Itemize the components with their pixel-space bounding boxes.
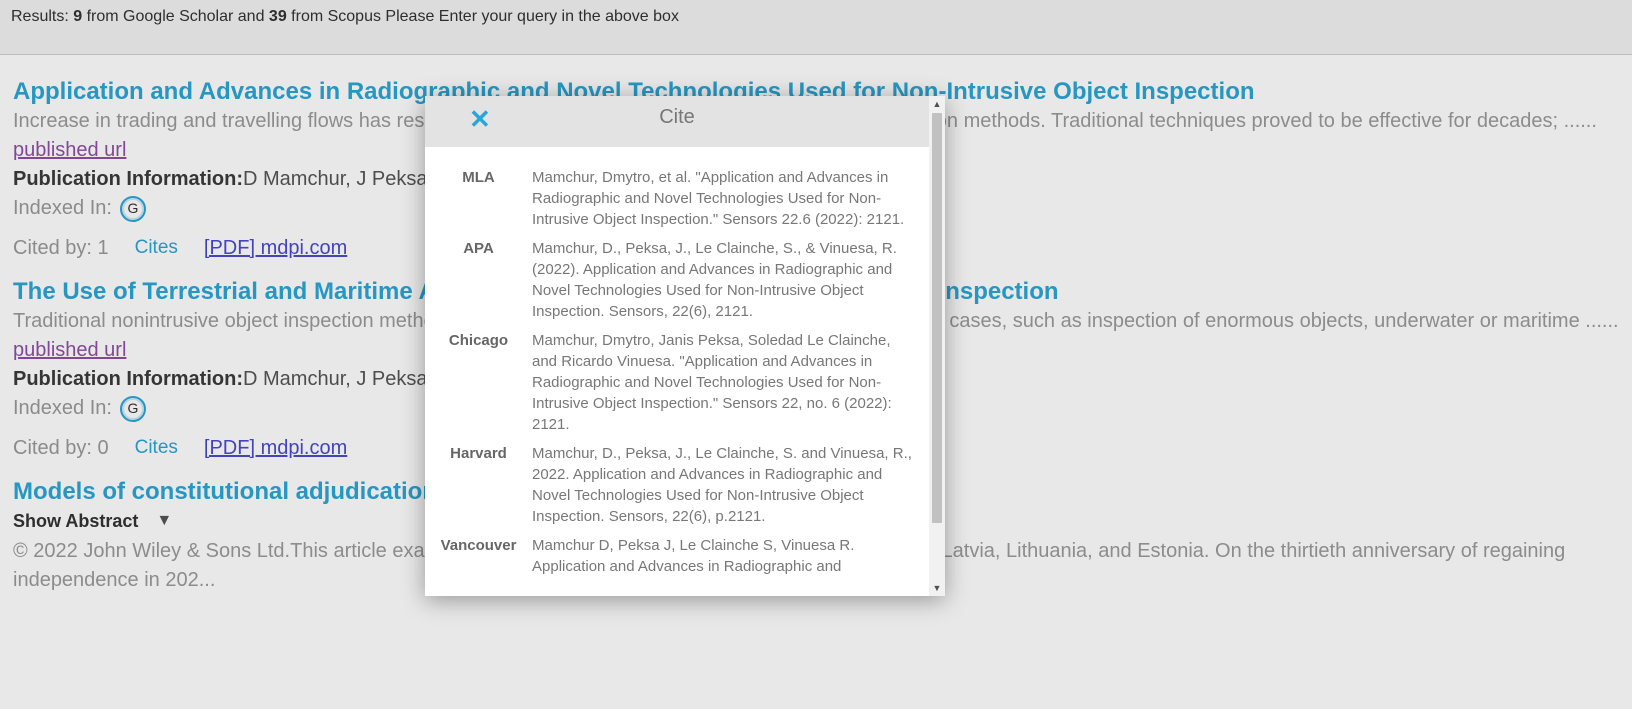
citation-text[interactable]: Mamchur, D., Peksa, J., Le Clainche, S. … <box>532 443 912 527</box>
modal-header: ✕ Cite <box>425 96 929 147</box>
citation-text[interactable]: Mamchur, D., Peksa, J., Le Clainche, S.,… <box>532 238 912 322</box>
arrow-up-icon[interactable]: ▲ <box>929 96 945 112</box>
citation-text[interactable]: Mamchur, Dmytro, Janis Peksa, Soledad Le… <box>532 330 912 435</box>
citation-text[interactable]: Mamchur, Dmytro, et al. "Application and… <box>532 167 912 230</box>
citation-style-label: Harvard <box>450 445 507 462</box>
citation-row-mla: MLA Mamchur, Dmytro, et al. "Application… <box>425 167 929 230</box>
citation-text[interactable]: Mamchur D, Peksa J, Le Clainche S, Vinue… <box>532 535 912 577</box>
citation-style-label: MLA <box>462 169 495 186</box>
scrollbar-thumb[interactable] <box>932 113 942 523</box>
citation-row-harvard: Harvard Mamchur, D., Peksa, J., Le Clain… <box>425 443 929 527</box>
citation-style-label: Chicago <box>448 332 509 349</box>
citation-row-vancouver: Vancouver Mamchur D, Peksa J, Le Clainch… <box>425 535 929 577</box>
cite-modal: ✕ Cite MLA Mamchur, Dmytro, et al. "Appl… <box>425 96 945 596</box>
citation-row-apa: APA Mamchur, D., Peksa, J., Le Clainche,… <box>425 238 929 322</box>
citation-style-label: APA <box>463 240 494 257</box>
arrow-down-icon[interactable]: ▼ <box>929 580 945 596</box>
citation-row-chicago: Chicago Mamchur, Dmytro, Janis Peksa, So… <box>425 330 929 435</box>
close-icon[interactable]: ✕ <box>469 106 491 132</box>
citation-list: MLA Mamchur, Dmytro, et al. "Application… <box>425 147 929 596</box>
modal-title: Cite <box>659 106 695 128</box>
citation-style-label: Vancouver <box>440 537 517 554</box>
modal-scrollbar[interactable]: ▲ ▼ <box>929 96 945 596</box>
